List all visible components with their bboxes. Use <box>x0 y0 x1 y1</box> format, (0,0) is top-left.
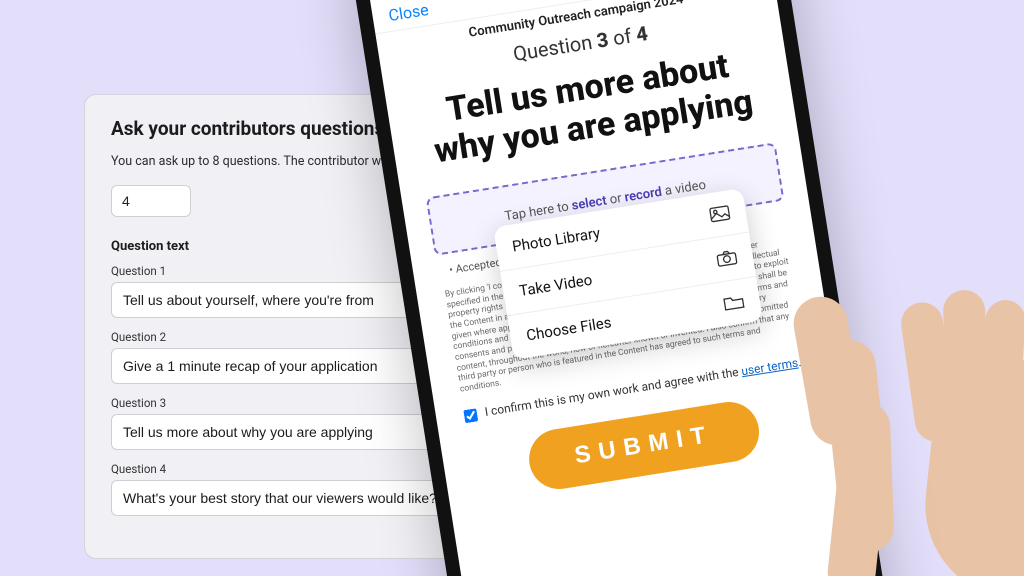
camera-icon <box>716 249 738 268</box>
progress-sep: of <box>606 23 638 51</box>
sheet-item-label: Photo Library <box>511 224 601 256</box>
sheet-item-label: Choose Files <box>525 313 613 344</box>
progress-total: 4 <box>634 21 649 47</box>
user-terms-link[interactable]: user terms <box>740 356 799 379</box>
folder-icon <box>723 293 745 312</box>
photo-library-icon <box>709 204 731 223</box>
question-count-input[interactable] <box>111 185 191 217</box>
confirm-checkbox[interactable] <box>463 409 478 424</box>
phone-screen: 🔒 upl… ‹ The Guardi… Close Community Out… <box>361 0 890 576</box>
sheet-item-label: Take Video <box>518 271 594 300</box>
close-button[interactable]: Close <box>387 0 430 25</box>
